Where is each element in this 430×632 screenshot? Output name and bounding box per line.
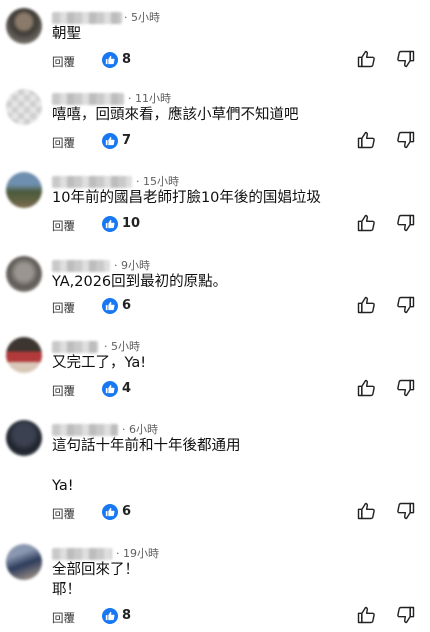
like-count: 4: [122, 381, 132, 396]
commenter-name-blurred[interactable]: [52, 93, 124, 105]
comment-time: · 6小時: [122, 423, 158, 436]
reply-button[interactable]: 回覆: [52, 300, 75, 316]
avatar[interactable]: [6, 172, 42, 208]
comment-actions: 回覆 8: [0, 50, 430, 74]
avatar[interactable]: [6, 544, 42, 580]
like-count: 8: [122, 608, 132, 623]
reply-button[interactable]: 回覆: [52, 506, 75, 522]
comment-time: · 15小時: [136, 175, 179, 188]
thumbs-up-outline-icon[interactable]: [356, 605, 376, 625]
thumbs-down-outline-icon[interactable]: [396, 49, 416, 69]
comment-actions: 回覆 6: [0, 502, 430, 526]
commenter-name-blurred[interactable]: [52, 341, 98, 353]
avatar[interactable]: [6, 256, 42, 292]
comment-list: · 5小時 朝聖 回覆 8 · 11小時 嘻嘻，回頭來看，應該小草們不知道吧 回…: [0, 0, 430, 632]
comment-text: 10年前的國昌老師打臉10年後的国娼垃圾: [52, 190, 321, 206]
comment-text: 這句話十年前和十年後都通用 Ya!: [52, 438, 241, 494]
thumbs-up-outline-icon[interactable]: [356, 49, 376, 69]
reply-button[interactable]: 回覆: [52, 610, 75, 626]
like-count: 7: [122, 133, 132, 148]
comment-text: 朝聖: [52, 26, 81, 42]
comment-text: YA,2026回到最初的原點。: [52, 274, 228, 290]
avatar[interactable]: [6, 8, 42, 44]
thumbs-down-outline-icon[interactable]: [396, 295, 416, 315]
thumbs-down-outline-icon[interactable]: [396, 605, 416, 625]
thumbs-up-outline-icon[interactable]: [356, 378, 376, 398]
thumbs-up-badge-icon: [102, 133, 118, 149]
thumbs-up-outline-icon[interactable]: [356, 213, 376, 233]
like-count: 10: [122, 216, 141, 231]
comment-text: 又完工了，Ya!: [52, 355, 147, 371]
thumbs-up-badge-icon: [102, 608, 118, 624]
thumbs-up-outline-icon[interactable]: [356, 295, 376, 315]
comment-time: · 11小時: [128, 92, 171, 105]
avatar[interactable]: [6, 89, 42, 125]
thumbs-up-badge-icon: [102, 381, 118, 397]
comment-actions: 回覆 10: [0, 214, 430, 238]
comment-actions: 回覆 7: [0, 131, 430, 155]
comment-text: 全部回來了！ 耶！: [52, 562, 139, 598]
reply-button[interactable]: 回覆: [52, 135, 75, 151]
thumbs-down-outline-icon[interactable]: [396, 378, 416, 398]
thumbs-up-badge-icon: [102, 52, 118, 68]
comment-text: 嘻嘻，回頭來看，應該小草們不知道吧: [52, 107, 299, 123]
comment-time: · 5小時: [124, 11, 160, 24]
thumbs-up-outline-icon[interactable]: [356, 501, 376, 521]
commenter-name-blurred[interactable]: [52, 260, 110, 272]
commenter-name-blurred[interactable]: [52, 12, 122, 24]
avatar[interactable]: [6, 337, 42, 373]
reply-button[interactable]: 回覆: [52, 54, 75, 70]
avatar[interactable]: [6, 420, 42, 456]
like-count: 8: [122, 52, 132, 67]
comment-actions: 回覆 4: [0, 379, 430, 403]
reply-button[interactable]: 回覆: [52, 383, 75, 399]
comment-time: · 5小時: [104, 340, 140, 353]
thumbs-up-badge-icon: [102, 298, 118, 314]
thumbs-down-outline-icon[interactable]: [396, 213, 416, 233]
thumbs-up-badge-icon: [102, 216, 118, 232]
comment-time: · 19小時: [116, 547, 159, 560]
commenter-name-blurred[interactable]: [52, 548, 112, 560]
commenter-name-blurred[interactable]: [52, 424, 118, 436]
comment-actions: 回覆 6: [0, 296, 430, 320]
thumbs-up-badge-icon: [102, 504, 118, 520]
thumbs-down-outline-icon[interactable]: [396, 501, 416, 521]
thumbs-down-outline-icon[interactable]: [396, 130, 416, 150]
thumbs-up-outline-icon[interactable]: [356, 130, 376, 150]
like-count: 6: [122, 504, 132, 519]
commenter-name-blurred[interactable]: [52, 176, 132, 188]
reply-button[interactable]: 回覆: [52, 218, 75, 234]
comment-time: · 9小時: [114, 259, 150, 272]
like-count: 6: [122, 298, 132, 313]
comment-actions: 回覆 8: [0, 606, 430, 630]
